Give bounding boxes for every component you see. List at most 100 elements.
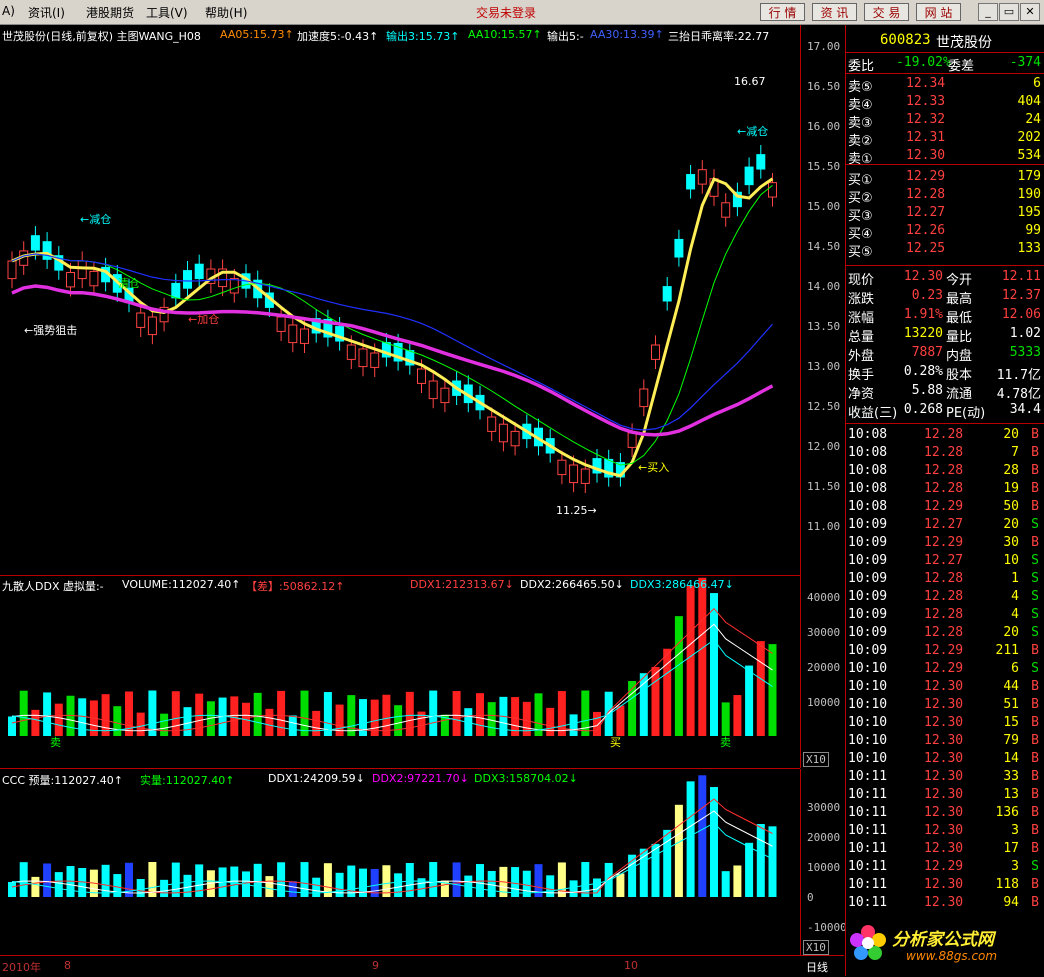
bid-row[interactable]: 买④ 12.26 99 <box>846 222 1044 242</box>
bid-volume: 195 <box>1017 205 1041 220</box>
stat-value: 0.28% <box>903 364 943 379</box>
candlestick-chart[interactable] <box>0 25 800 576</box>
stat-value: 5333 <box>1009 345 1041 360</box>
volume-bar <box>394 705 403 736</box>
ddx-chart[interactable] <box>0 576 800 768</box>
tick-volume: 3 <box>1011 859 1019 874</box>
tick-row: 10:09 12.28 20 S <box>846 624 1044 642</box>
tick-time: 10:08 <box>848 499 888 514</box>
menu-item-hk-futures[interactable]: 港股期货 <box>86 4 134 21</box>
tick-row: 10:11 12.30 136 B <box>846 804 1044 822</box>
price-tick: 11.00 <box>807 520 841 533</box>
volume-bar <box>101 694 110 736</box>
stat-value: 34.4 <box>1009 402 1041 417</box>
minimize-icon[interactable]: _ <box>978 3 998 21</box>
tick-price: 12.28 <box>924 571 964 586</box>
tick-time: 10:08 <box>848 445 888 460</box>
low-annotation: 11.25→ <box>556 504 597 517</box>
bid-price: 12.25 <box>906 241 946 256</box>
tick-price: 12.30 <box>924 895 964 910</box>
stat-value: 4.78亿 <box>996 387 1041 402</box>
bid-row[interactable]: 买① 12.29 179 <box>846 168 1044 188</box>
bid-row[interactable]: 买⑤ 12.25 133 <box>846 240 1044 260</box>
tick-side: B <box>1031 697 1039 712</box>
tick-price: 12.28 <box>924 607 964 622</box>
deviation-label: 三抬日乖离率:22.77 <box>668 30 770 43</box>
tick-volume: 14 <box>1003 751 1019 766</box>
ccc-chart[interactable] <box>0 769 800 955</box>
menu-item-tools[interactable]: 工具(V) <box>146 4 188 21</box>
ask-row[interactable]: 卖③ 12.32 24 <box>846 111 1044 131</box>
period-label[interactable]: 日线 <box>806 959 828 975</box>
tick-side: B <box>1031 877 1039 892</box>
ask-price: 12.32 <box>906 112 946 127</box>
volume-bar <box>452 691 461 736</box>
volume-bar <box>686 781 695 897</box>
menu-item-a[interactable]: A) <box>2 4 15 18</box>
volume-bar <box>721 871 730 897</box>
reduce-annotation-1: ←减仓 <box>80 213 112 226</box>
volume-bar <box>721 702 730 736</box>
price-tick: 14.50 <box>807 240 841 253</box>
ddx-axis: 40000 30000 20000 10000 X10 <box>800 576 845 768</box>
candle-body <box>569 464 579 484</box>
volume-bar <box>405 863 414 897</box>
ddx-ddx1: DDX1:212313.67↓ <box>410 578 514 591</box>
tick-price: 12.28 <box>924 463 964 478</box>
restore-icon[interactable]: ▭ <box>999 3 1019 21</box>
ask-row[interactable]: 卖① 12.30 534 <box>846 147 1044 167</box>
date-label: 8 <box>64 959 71 972</box>
trade-button[interactable]: 交 易 <box>864 3 909 21</box>
quote-button[interactable]: 行 情 <box>760 3 805 21</box>
menu-item-news[interactable]: 资讯(I) <box>28 4 65 21</box>
news-button[interactable]: 资 讯 <box>812 3 857 21</box>
ask-row[interactable]: 卖② 12.31 202 <box>846 129 1044 149</box>
tick-time: 10:09 <box>848 589 888 604</box>
volume-bar <box>593 878 601 897</box>
tick-time: 10:08 <box>848 481 888 496</box>
candle-body <box>346 344 356 360</box>
tick-row: 10:08 12.28 19 B <box>846 480 1044 498</box>
bid-volume: 99 <box>1025 223 1041 238</box>
bid-volume: 190 <box>1017 187 1041 202</box>
volume-bar <box>674 804 683 897</box>
ccc-tick: 30000 <box>807 801 841 814</box>
volume-bar <box>698 577 707 736</box>
ask-row[interactable]: 卖⑤ 12.34 6 <box>846 75 1044 95</box>
tick-price: 12.30 <box>924 697 964 712</box>
stat-row: 涨跌 0.23 最高 12.37 <box>846 287 1044 307</box>
volume-bar <box>253 692 262 736</box>
ask-volume: 404 <box>1017 94 1041 109</box>
tick-side: B <box>1031 679 1039 694</box>
ccc-pane[interactable]: CCC 预量:112027.40↑ 实量:112027.40↑ DDX1:242… <box>0 769 800 955</box>
ask-price: 12.33 <box>906 94 946 109</box>
tick-row: 10:11 12.30 118 B <box>846 876 1044 894</box>
ddx-diff: 【差】:50862.12↑ <box>246 580 345 593</box>
volume-bar <box>476 693 484 736</box>
volume-bar <box>113 874 122 897</box>
price-tick: 17.00 <box>807 40 841 53</box>
volume-bar <box>171 691 180 736</box>
tick-time: 10:11 <box>848 805 888 820</box>
volume-bar <box>54 872 63 897</box>
bid-row[interactable]: 买② 12.28 190 <box>846 186 1044 206</box>
ddx-unit: X10 <box>803 752 829 767</box>
ddx-tick: 40000 <box>807 591 841 604</box>
tick-time: 10:10 <box>848 715 888 730</box>
menu-item-help[interactable]: 帮助(H) <box>205 4 247 21</box>
website-button[interactable]: 网 站 <box>916 3 961 21</box>
volume-bar <box>476 864 484 897</box>
ask-row[interactable]: 卖④ 12.33 404 <box>846 93 1044 113</box>
tick-volume: 3 <box>1011 823 1019 838</box>
ddx-tick: 30000 <box>807 626 841 639</box>
main-chart-pane[interactable]: 世茂股份(日线,前复权) 主图WANG_H08 AA05:15.73↑ 加速度5… <box>0 25 800 576</box>
volume-bar <box>31 709 40 736</box>
candle-body <box>229 278 239 294</box>
close-icon[interactable]: ✕ <box>1020 3 1040 21</box>
stat-value: 1.91% <box>903 307 943 322</box>
candle-body <box>686 174 696 190</box>
bid-row[interactable]: 买③ 12.27 195 <box>846 204 1044 224</box>
ddx-pane[interactable]: 九散人DDX 虚拟量:- VOLUME:112027.40↑ 【差】:50862… <box>0 576 800 768</box>
volume-bar <box>487 702 496 736</box>
tick-price: 12.30 <box>924 679 964 694</box>
